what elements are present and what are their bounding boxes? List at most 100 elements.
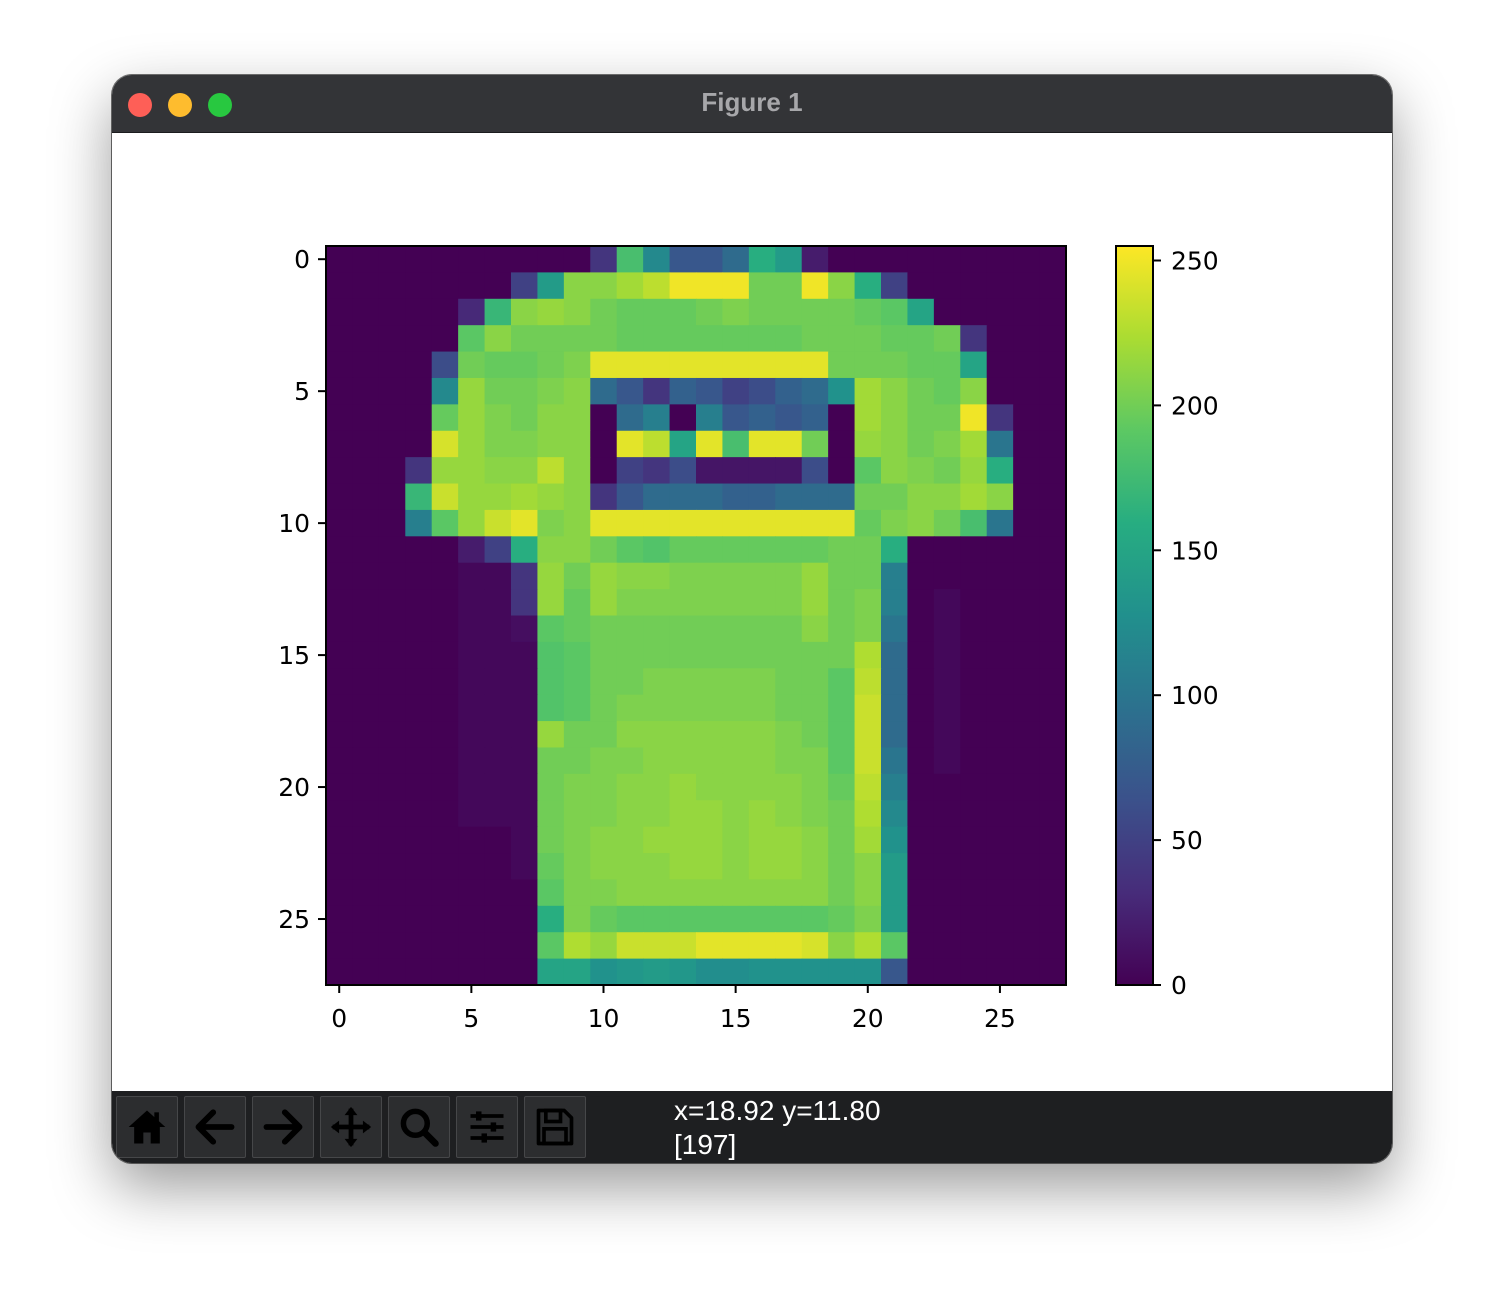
heatmap-cell: [537, 589, 565, 617]
heatmap-cell: [854, 615, 882, 643]
heatmap-cell: [511, 694, 539, 722]
heatmap-cell: [431, 668, 459, 696]
heatmap-cell: [378, 246, 406, 273]
heatmap-cell: [881, 773, 909, 801]
home-button[interactable]: [116, 1096, 178, 1158]
heatmap-cell: [1039, 589, 1067, 617]
figure-canvas[interactable]: 0 5 10 15 20 25 0 5 10 15 20 25 0 50 100 150 200 250: [112, 133, 1392, 1091]
heatmap-cell: [801, 668, 829, 696]
heatmap-cell: [828, 325, 856, 353]
back-button[interactable]: [184, 1096, 246, 1158]
heatmap-cell: [484, 641, 512, 669]
heatmap-cell: [1013, 853, 1041, 881]
heatmap-cell: [960, 351, 988, 379]
heatmap-cell: [590, 800, 618, 828]
heatmap-cell: [722, 853, 750, 881]
heatmap-cell: [907, 958, 935, 986]
heatmap-cell: [748, 879, 776, 907]
heatmap-cell: [669, 694, 697, 722]
heatmap-cell: [933, 483, 961, 511]
heatmap-cell: [881, 853, 909, 881]
heatmap-cell: [616, 958, 644, 986]
heatmap-cell: [431, 562, 459, 590]
heatmap-cell: [458, 694, 486, 722]
heatmap-cell: [669, 958, 697, 986]
heatmap-cell: [405, 853, 433, 881]
heatmap-cell: [907, 747, 935, 775]
heatmap-cell: [537, 536, 565, 564]
colorbar-ticks: 0 50 100 150 200 250: [1153, 246, 1219, 1000]
heatmap-cell: [352, 483, 380, 511]
heatmap-cell: [986, 536, 1014, 564]
heatmap-cell: [669, 272, 697, 300]
x-tick-label: 15: [720, 1004, 752, 1033]
heatmap-cell: [986, 509, 1014, 537]
x-tick-label: 10: [588, 1004, 620, 1033]
heatmap-figure[interactable]: 0 5 10 15 20 25 0 5 10 15 20 25 0 50 100 150 200 250: [112, 133, 1392, 1091]
heatmap-cell: [696, 457, 724, 485]
heatmap-cell: [722, 377, 750, 405]
heatmap-cell: [696, 853, 724, 881]
heatmap-cell: [933, 272, 961, 300]
heatmap-cell: [511, 404, 539, 432]
heatmap-cell: [854, 879, 882, 907]
heatmap-cell: [484, 694, 512, 722]
heatmap-cell: [590, 958, 618, 986]
heatmap-cell: [378, 272, 406, 300]
configure-subplots-button[interactable]: [456, 1096, 518, 1158]
heatmap-cell: [933, 509, 961, 537]
heatmap-cell: [537, 615, 565, 643]
heatmap-cell: [986, 932, 1014, 960]
heatmap-cell: [722, 773, 750, 801]
heatmap-cell: [352, 668, 380, 696]
heatmap-cell: [616, 800, 644, 828]
heatmap-cell: [1039, 747, 1067, 775]
heatmap-cell: [933, 536, 961, 564]
heatmap-cell: [960, 246, 988, 273]
heatmap-cell: [405, 905, 433, 933]
pan-button[interactable]: [320, 1096, 382, 1158]
heatmap-cell: [643, 747, 671, 775]
save-button[interactable]: [524, 1096, 586, 1158]
heatmap-cell: [1013, 325, 1041, 353]
heatmap-cell: [960, 615, 988, 643]
heatmap-cell: [933, 826, 961, 854]
heatmap-cell: [854, 298, 882, 326]
heatmap-cell: [431, 483, 459, 511]
heatmap-cell: [643, 509, 671, 537]
zoom-button[interactable]: [388, 1096, 450, 1158]
title-bar[interactable]: Figure 1: [112, 75, 1392, 133]
heatmap-cell: [511, 800, 539, 828]
heatmap-cell: [537, 773, 565, 801]
heatmap-cell: [326, 721, 354, 749]
forward-button[interactable]: [252, 1096, 314, 1158]
heatmap-cell: [960, 298, 988, 326]
heatmap-cell: [458, 721, 486, 749]
heatmap-cell: [326, 377, 354, 405]
heatmap-cell: [775, 325, 803, 353]
heatmap-cell: [722, 615, 750, 643]
heatmap-cell: [960, 325, 988, 353]
heatmap-cell: [511, 958, 539, 986]
heatmap-cell: [801, 298, 829, 326]
heatmap-cell: [881, 668, 909, 696]
heatmap-cell: [352, 641, 380, 669]
heatmap-cell: [378, 430, 406, 458]
heatmap-cell: [669, 562, 697, 590]
heatmap-cell: [907, 694, 935, 722]
heatmap-cell: [378, 615, 406, 643]
heatmap-cell: [405, 377, 433, 405]
heatmap-cell: [484, 589, 512, 617]
coords-position: x=18.92 y=11.80: [674, 1095, 881, 1126]
heatmap-cell: [1013, 800, 1041, 828]
heatmap-cell: [854, 483, 882, 511]
heatmap-cell: [431, 853, 459, 881]
heatmap-cell: [748, 483, 776, 511]
heatmap-cell: [378, 298, 406, 326]
heatmap-cell: [1039, 694, 1067, 722]
heatmap-cell: [511, 905, 539, 933]
heatmap-cell: [616, 536, 644, 564]
heatmap-cell: [1039, 457, 1067, 485]
heatmap-cell: [431, 694, 459, 722]
y-tick-label: 10: [278, 509, 310, 538]
